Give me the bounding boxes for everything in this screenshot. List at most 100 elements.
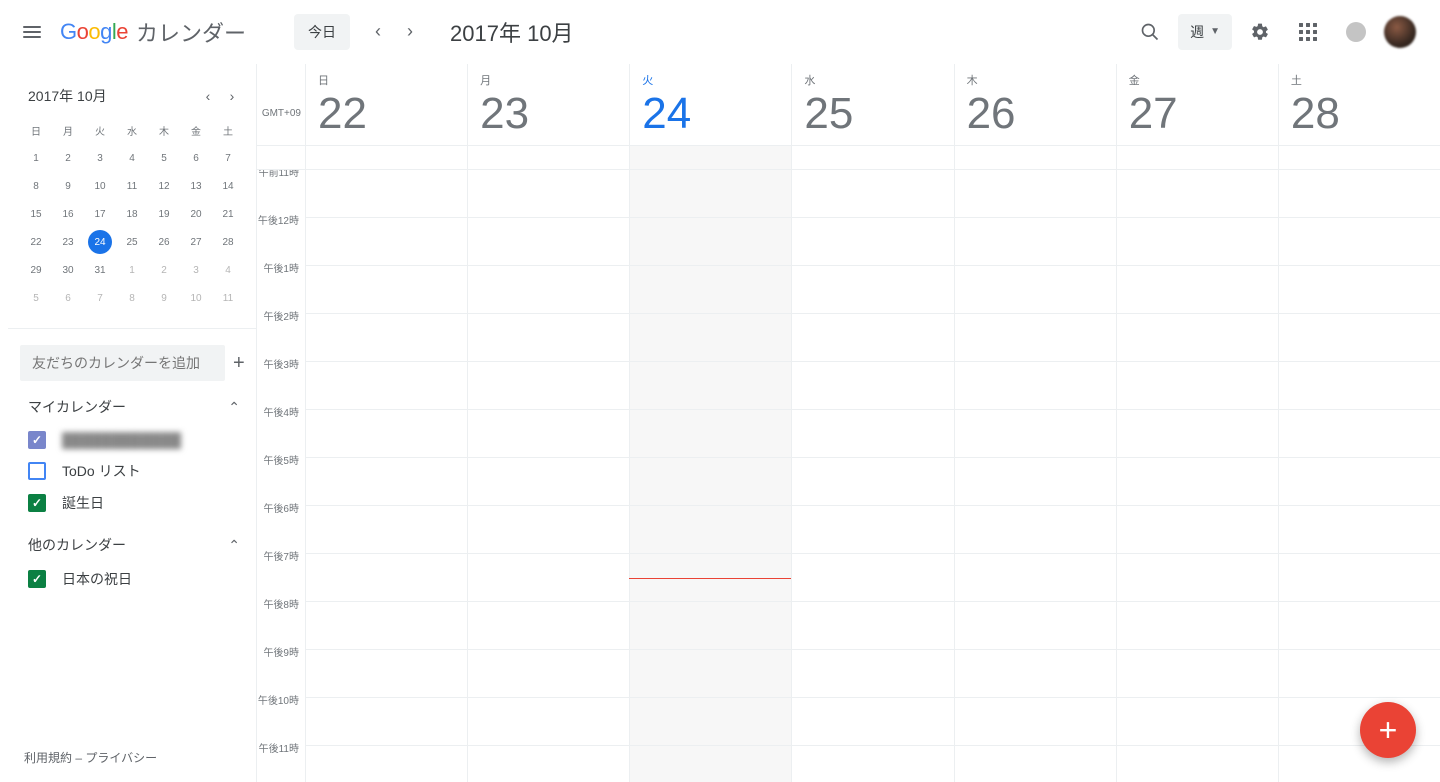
day-column-header[interactable]: 水25: [791, 64, 953, 145]
time-cell[interactable]: [305, 170, 467, 218]
time-cell[interactable]: [467, 362, 629, 410]
time-cell[interactable]: [1116, 410, 1278, 458]
time-cell[interactable]: [791, 266, 953, 314]
time-cell[interactable]: [1116, 554, 1278, 602]
mini-day-cell[interactable]: 27: [180, 228, 212, 256]
time-cell[interactable]: [467, 314, 629, 362]
day-column-header[interactable]: 月23: [467, 64, 629, 145]
day-column-header[interactable]: 火24: [629, 64, 791, 145]
time-cell[interactable]: [1278, 650, 1440, 698]
time-cell[interactable]: [1278, 506, 1440, 554]
time-cell[interactable]: [791, 362, 953, 410]
mini-day-cell[interactable]: 2: [52, 144, 84, 172]
mini-day-cell[interactable]: 4: [116, 144, 148, 172]
mini-day-cell[interactable]: 1: [116, 256, 148, 284]
time-cell[interactable]: [1278, 746, 1440, 782]
mini-day-cell[interactable]: 9: [52, 172, 84, 200]
time-cell[interactable]: [629, 458, 791, 506]
time-cell[interactable]: [954, 602, 1116, 650]
time-cell[interactable]: [1116, 458, 1278, 506]
time-cell[interactable]: [629, 314, 791, 362]
mini-next-month[interactable]: ›: [220, 84, 244, 108]
calendar-checkbox[interactable]: [28, 431, 46, 449]
mini-day-cell[interactable]: 19: [148, 200, 180, 228]
time-cell[interactable]: [629, 746, 791, 782]
google-apps-button[interactable]: [1288, 12, 1328, 52]
calendar-checkbox[interactable]: [28, 570, 46, 588]
notifications-button[interactable]: [1336, 12, 1376, 52]
all-day-cell[interactable]: [1278, 146, 1440, 169]
mini-day-cell[interactable]: 6: [52, 284, 84, 312]
mini-day-cell[interactable]: 25: [116, 228, 148, 256]
mini-day-cell[interactable]: 3: [84, 144, 116, 172]
time-cell[interactable]: [305, 410, 467, 458]
time-cell[interactable]: [954, 314, 1116, 362]
calendar-item[interactable]: 誕生日: [24, 487, 240, 519]
mini-day-cell[interactable]: 2: [148, 256, 180, 284]
mini-day-cell[interactable]: 24: [88, 230, 112, 254]
time-cell[interactable]: [791, 554, 953, 602]
time-cell[interactable]: [305, 602, 467, 650]
mini-day-cell[interactable]: 11: [116, 172, 148, 200]
time-cell[interactable]: [467, 266, 629, 314]
next-week-button[interactable]: ›: [394, 16, 426, 48]
time-cell[interactable]: [1278, 266, 1440, 314]
mini-day-cell[interactable]: 21: [212, 200, 244, 228]
mini-day-cell[interactable]: 7: [84, 284, 116, 312]
mini-day-cell[interactable]: 6: [180, 144, 212, 172]
time-cell[interactable]: [791, 410, 953, 458]
time-cell[interactable]: [305, 458, 467, 506]
other-calendars-toggle[interactable]: 他のカレンダー ⌃: [8, 519, 256, 563]
time-cell[interactable]: [791, 170, 953, 218]
mini-day-cell[interactable]: 8: [116, 284, 148, 312]
time-cell[interactable]: [305, 314, 467, 362]
day-column-header[interactable]: 土28: [1278, 64, 1440, 145]
all-day-cell[interactable]: [1116, 146, 1278, 169]
time-cell[interactable]: [305, 506, 467, 554]
time-cell[interactable]: [791, 458, 953, 506]
my-calendars-toggle[interactable]: マイカレンダー ⌃: [8, 381, 256, 425]
mini-day-cell[interactable]: 5: [20, 284, 52, 312]
add-friend-calendar-input[interactable]: [20, 345, 225, 381]
time-cell[interactable]: [305, 746, 467, 782]
time-cell[interactable]: [954, 554, 1116, 602]
time-cell[interactable]: [1116, 266, 1278, 314]
time-cell[interactable]: [305, 698, 467, 746]
mini-day-cell[interactable]: 16: [52, 200, 84, 228]
all-day-cell[interactable]: [467, 146, 629, 169]
mini-day-cell[interactable]: 3: [180, 256, 212, 284]
mini-day-cell[interactable]: 28: [212, 228, 244, 256]
today-button[interactable]: 今日: [294, 14, 350, 50]
time-cell[interactable]: [1278, 362, 1440, 410]
time-cell[interactable]: [467, 698, 629, 746]
time-cell[interactable]: [954, 218, 1116, 266]
time-cell[interactable]: [954, 410, 1116, 458]
all-day-cell[interactable]: [305, 146, 467, 169]
time-cell[interactable]: [1116, 698, 1278, 746]
day-column-header[interactable]: 日22: [305, 64, 467, 145]
mini-day-cell[interactable]: 23: [52, 228, 84, 256]
time-cell[interactable]: [1116, 602, 1278, 650]
time-cell[interactable]: [467, 170, 629, 218]
time-cell[interactable]: [467, 410, 629, 458]
time-cell[interactable]: [1278, 314, 1440, 362]
time-cell[interactable]: [1278, 218, 1440, 266]
time-cell[interactable]: [629, 650, 791, 698]
prev-week-button[interactable]: ‹: [362, 16, 394, 48]
mini-day-cell[interactable]: 17: [84, 200, 116, 228]
time-cell[interactable]: [305, 554, 467, 602]
mini-day-cell[interactable]: 10: [180, 284, 212, 312]
time-cell[interactable]: [629, 170, 791, 218]
footer-links[interactable]: 利用規約 – プライバシー: [8, 741, 256, 774]
time-cell[interactable]: [467, 746, 629, 782]
mini-day-cell[interactable]: 31: [84, 256, 116, 284]
time-cell[interactable]: [629, 698, 791, 746]
mini-day-cell[interactable]: 5: [148, 144, 180, 172]
calendar-item[interactable]: 日本の祝日: [24, 563, 240, 595]
calendar-checkbox[interactable]: [28, 494, 46, 512]
mini-day-cell[interactable]: 26: [148, 228, 180, 256]
time-cell[interactable]: [1278, 602, 1440, 650]
create-event-fab[interactable]: +: [1360, 702, 1416, 758]
time-cell[interactable]: [629, 410, 791, 458]
time-cell[interactable]: [954, 362, 1116, 410]
